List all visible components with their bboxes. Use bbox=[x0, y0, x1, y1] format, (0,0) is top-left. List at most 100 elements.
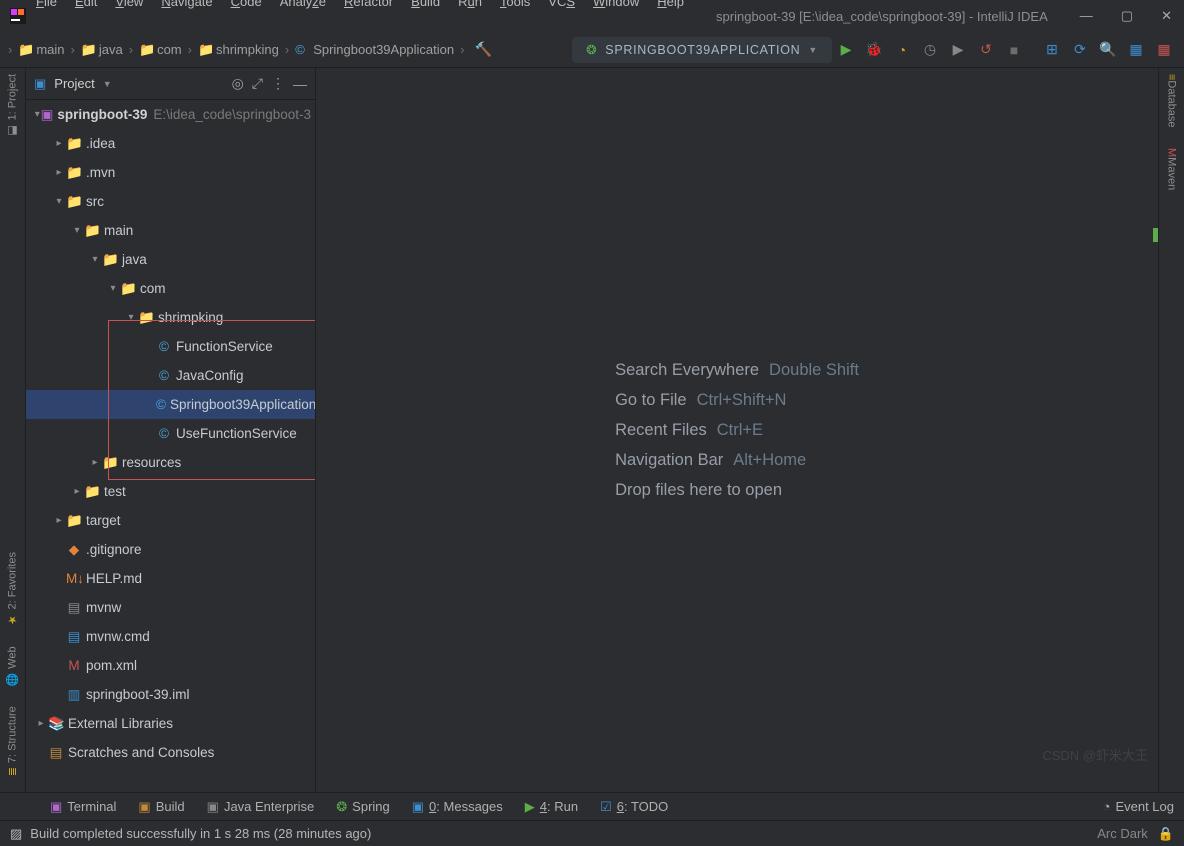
hint-gotofile-shortcut: Ctrl+Shift+N bbox=[697, 391, 787, 409]
menu-build[interactable]: Build bbox=[411, 0, 440, 9]
tree-iml[interactable]: ▥springboot-39.iml bbox=[26, 680, 315, 709]
attach-icon[interactable]: ▶ bbox=[949, 41, 967, 58]
bc-main[interactable]: 📁main bbox=[14, 42, 68, 58]
tab-database[interactable]: ≡Database bbox=[1166, 74, 1178, 128]
chevron-right-icon: › bbox=[8, 42, 12, 57]
tree-pom[interactable]: Mpom.xml bbox=[26, 651, 315, 680]
tool-messages[interactable]: ▣0: Messages bbox=[412, 799, 503, 815]
menu-file[interactable]: File bbox=[36, 0, 57, 9]
tool-java-enterprise[interactable]: ▣Java Enterprise bbox=[207, 799, 315, 815]
menu-code[interactable]: Code bbox=[231, 0, 262, 9]
tree-pkg[interactable]: ▾📁shrimpking bbox=[26, 303, 315, 332]
search-icon[interactable]: 🔍 bbox=[1099, 41, 1117, 58]
tool-todo[interactable]: ☑6: TODO bbox=[600, 799, 668, 815]
tree-scratches[interactable]: ▤Scratches and Consoles bbox=[26, 738, 315, 767]
run-icon[interactable]: ▶ bbox=[837, 41, 855, 58]
menu-analyze[interactable]: Analyze bbox=[280, 0, 326, 9]
tool-terminal[interactable]: ▣Terminal bbox=[50, 799, 116, 815]
tool-run[interactable]: ▶4: Run bbox=[525, 799, 578, 815]
menu-view[interactable]: View bbox=[115, 0, 143, 9]
watermark: CSDN @虾米大王 bbox=[1042, 745, 1148, 764]
bc-java[interactable]: 📁java bbox=[77, 42, 127, 58]
target-icon[interactable]: ◎ bbox=[232, 75, 244, 92]
tab-structure[interactable]: ≣7: Structure bbox=[6, 706, 19, 776]
bc-shrimpking[interactable]: 📁shrimpking bbox=[194, 42, 283, 58]
tab-web[interactable]: 🌐Web bbox=[6, 646, 19, 686]
marker-bar bbox=[1153, 228, 1158, 242]
menu-tools[interactable]: Tools bbox=[500, 0, 530, 9]
tab-project[interactable]: ◧1: Project bbox=[6, 74, 19, 137]
sync-icon[interactable]: ⟳ bbox=[1071, 41, 1089, 58]
tree-main[interactable]: ▾📁main bbox=[26, 216, 315, 245]
chevron-right-icon: › bbox=[129, 42, 133, 57]
tree-file-functionservice[interactable]: ©FunctionService bbox=[26, 332, 315, 361]
hint-navbar-shortcut: Alt+Home bbox=[733, 451, 806, 469]
menu-run[interactable]: Run bbox=[458, 0, 482, 9]
chevron-down-icon[interactable]: ▼ bbox=[103, 79, 112, 89]
tree-gitignore[interactable]: ◆.gitignore bbox=[26, 535, 315, 564]
tree-target[interactable]: ▸📁target bbox=[26, 506, 315, 535]
more-icon[interactable]: ⋮ bbox=[271, 75, 285, 92]
coverage-icon[interactable]: ◔ bbox=[893, 42, 911, 58]
toggle-tool-windows-icon[interactable]: ▨ bbox=[10, 826, 22, 842]
project-tree[interactable]: ▾▣springboot-39E:\idea_code\springboot-3… bbox=[26, 100, 315, 792]
menu-help[interactable]: Help bbox=[657, 0, 684, 9]
tool-spring[interactable]: ❂Spring bbox=[336, 799, 389, 815]
editor-empty-state: Search EverywhereDouble Shift Go to File… bbox=[316, 68, 1158, 792]
collapse-icon[interactable]: ⤢ bbox=[252, 75, 263, 92]
menu-vcs[interactable]: VCS bbox=[548, 0, 575, 9]
tab-favorites[interactable]: ★2: Favorites bbox=[6, 552, 19, 626]
tree-file-usefunctionservice[interactable]: ©UseFunctionService bbox=[26, 419, 315, 448]
run-config-selector[interactable]: ❂ SPRINGBOOT39APPLICATION ▼ bbox=[572, 37, 832, 63]
folder-icon: ▣ bbox=[34, 76, 46, 92]
debug-icon[interactable]: 🐞 bbox=[865, 41, 883, 58]
minimize-icon[interactable]: — bbox=[1080, 8, 1093, 24]
tool-build[interactable]: ▣Build bbox=[138, 799, 184, 815]
menu-window[interactable]: Window bbox=[593, 0, 639, 9]
bc-com[interactable]: 📁com bbox=[135, 42, 186, 58]
project-panel-title: Project bbox=[54, 76, 94, 91]
bc-app[interactable]: ©Springboot39Application bbox=[291, 42, 458, 57]
close-icon[interactable]: ✕ bbox=[1161, 8, 1172, 24]
lock-icon[interactable]: 🔒 bbox=[1158, 826, 1174, 842]
tree-file-springboot39application[interactable]: ©Springboot39Application bbox=[26, 390, 315, 419]
left-tool-gutter: ◧1: Project ★2: Favorites 🌐Web ≣7: Struc… bbox=[0, 68, 26, 792]
tree-help[interactable]: M↓HELP.md bbox=[26, 564, 315, 593]
profile-icon[interactable]: ◷ bbox=[921, 41, 939, 58]
app-logo-icon bbox=[10, 8, 26, 24]
plugin-icon[interactable]: ▦ bbox=[1155, 41, 1173, 58]
chevron-down-icon: ▼ bbox=[808, 45, 818, 55]
tree-test[interactable]: ▸📁test bbox=[26, 477, 315, 506]
theme-label[interactable]: Arc Dark bbox=[1097, 826, 1148, 841]
hint-recent: Recent Files bbox=[615, 421, 707, 439]
hint-search-shortcut: Double Shift bbox=[769, 361, 859, 379]
menu-edit[interactable]: Edit bbox=[75, 0, 97, 9]
menu-refactor[interactable]: Refactor bbox=[344, 0, 393, 9]
translate-icon[interactable]: ▦ bbox=[1127, 41, 1145, 58]
status-message: Build completed successfully in 1 s 28 m… bbox=[30, 826, 371, 841]
tree-java[interactable]: ▾📁java bbox=[26, 245, 315, 274]
tree-root[interactable]: ▾▣springboot-39E:\idea_code\springboot-3 bbox=[26, 100, 315, 129]
tree-mvnwcmd[interactable]: ▤mvnw.cmd bbox=[26, 622, 315, 651]
bottom-tool-strip: ▣Terminal ▣Build ▣Java Enterprise ❂Sprin… bbox=[0, 792, 1184, 820]
tree-src[interactable]: ▾📁src bbox=[26, 187, 315, 216]
tab-maven[interactable]: MMaven bbox=[1166, 148, 1178, 190]
tree-idea[interactable]: ▸📁.idea bbox=[26, 129, 315, 158]
maximize-icon[interactable]: ▢ bbox=[1121, 8, 1133, 24]
tool-event-log[interactable]: ◔Event Log bbox=[1103, 799, 1174, 814]
menu-navigate[interactable]: Navigate bbox=[161, 0, 212, 9]
hide-icon[interactable]: — bbox=[293, 76, 307, 92]
build-icon[interactable]: 🔨 bbox=[474, 41, 492, 58]
hint-search: Search Everywhere bbox=[615, 361, 759, 379]
tree-file-javaconfig[interactable]: ©JavaConfig bbox=[26, 361, 315, 390]
tree-external-libraries[interactable]: ▸📚External Libraries bbox=[26, 709, 315, 738]
navigation-bar: › 📁main › 📁java › 📁com › 📁shrimpking › ©… bbox=[0, 32, 1184, 68]
tree-mvn[interactable]: ▸📁.mvn bbox=[26, 158, 315, 187]
stop-icon[interactable]: ■ bbox=[1005, 42, 1023, 58]
hint-drop: Drop files here to open bbox=[615, 481, 782, 499]
hotswap-icon[interactable]: ↺ bbox=[977, 41, 995, 58]
tree-resources[interactable]: ▸📁resources bbox=[26, 448, 315, 477]
services-icon[interactable]: ⊞ bbox=[1043, 41, 1061, 58]
tree-mvnw[interactable]: ▤mvnw bbox=[26, 593, 315, 622]
tree-com[interactable]: ▾📁com bbox=[26, 274, 315, 303]
